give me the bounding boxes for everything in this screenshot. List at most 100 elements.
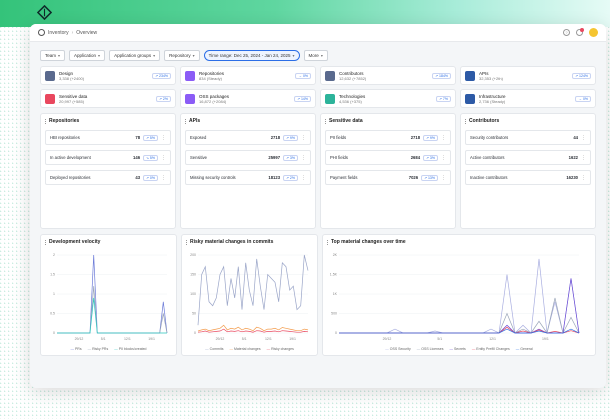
card-subtitle: 32,353 (+2th): [479, 75, 503, 81]
metric-row[interactable]: PII fields 2718 ↗ 9% ⋮: [325, 130, 451, 145]
series-line: [339, 297, 580, 335]
summary-cards: Design 3,338 (+2400) ↗ 234% Repositories 834…: [30, 66, 606, 108]
metric-row[interactable]: In active development 146 ↘ 5% ⋮: [45, 150, 171, 165]
trend-badge: ↘ 5%: [143, 154, 158, 161]
summary-card[interactable]: Sensitive data 20,997 (+585) ↗ 2%: [40, 89, 176, 108]
drag-handle-icon[interactable]: [186, 239, 188, 245]
metric-label: Missing security controls: [190, 175, 236, 180]
trend-badge: ↗ 3%: [283, 154, 298, 161]
filter-label: Team: [45, 53, 57, 58]
trend-badge: ↗ 234%: [152, 72, 171, 79]
filter-chip[interactable]: Team ▾: [40, 50, 66, 61]
filter-bar: Team ▾ Application ▾ Application groups ▾ Repo…: [30, 42, 606, 66]
more-options-icon[interactable]: ⋮: [301, 135, 306, 141]
series-line: [57, 297, 167, 334]
metric-row[interactable]: PHI fields 2684 ↗ 3% ⋮: [325, 150, 451, 165]
y-tick-label: 1.5K: [330, 273, 338, 277]
filter-chip[interactable]: More ▾: [303, 50, 328, 61]
metric-row[interactable]: Deployed repositories 43 ↗ 0% ⋮: [45, 170, 171, 185]
drag-handle-icon[interactable]: [185, 118, 187, 124]
chart-title: Development velocity: [49, 239, 101, 245]
more-options-icon[interactable]: ⋮: [161, 175, 166, 181]
metric-value: 16230: [566, 175, 578, 180]
more-options-icon[interactable]: ⋮: [301, 175, 306, 181]
legend-item[interactable]: — PRs: [70, 347, 81, 351]
card-subtitle: 12,632 (+7852): [339, 75, 367, 81]
filter-chip[interactable]: Time range: Dec 25, 2024 - Jan 24, 2025 ▾: [203, 50, 300, 61]
logo-icon: [37, 5, 52, 20]
more-options-icon[interactable]: ⋮: [441, 135, 446, 141]
drag-handle-icon[interactable]: [465, 118, 467, 124]
summary-card[interactable]: OSS packages 16,872 (+2084) ↗ 14%: [180, 89, 316, 108]
card-text: Contributors 12,632 (+7852): [339, 71, 366, 81]
drag-handle-icon[interactable]: [325, 118, 327, 124]
filter-chip[interactable]: Application groups ▾: [109, 50, 161, 61]
legend-item[interactable]: — PII blocks/created: [114, 347, 146, 351]
metric-row[interactable]: Exposed 2718 ↗ 9% ⋮: [185, 130, 311, 145]
more-options-icon[interactable]: ⋮: [581, 135, 586, 141]
summary-card[interactable]: Infrastructure 2,736 (Steady) → 0%: [460, 89, 596, 108]
legend-item[interactable]: — OSS Licenses: [417, 347, 444, 351]
metric-value: 2718: [410, 135, 421, 140]
legend-item[interactable]: — Material changes: [229, 347, 260, 351]
help-icon[interactable]: ?: [563, 29, 570, 36]
card-text: Technologies 4,536 (+375): [339, 94, 365, 104]
panel-title: Sensitive data: [329, 118, 363, 124]
inventory-icon: [38, 29, 45, 36]
metric-value: 78: [135, 135, 141, 140]
trend-badge: ↗ 0%: [143, 174, 158, 181]
metric-row[interactable]: Active contributors 1622 ⋮: [465, 150, 591, 165]
drag-handle-icon[interactable]: [45, 118, 47, 124]
summary-card[interactable]: Contributors 12,632 (+7852) ↗ 184%: [320, 66, 456, 85]
chart-svg: 0 0.5 1 1.5 2 29/12 5/1 12/1 19/1: [50, 253, 168, 341]
breadcrumb-root[interactable]: Inventory: [48, 30, 69, 36]
card-title: Repositories: [199, 70, 225, 76]
x-tick-label: 5/1: [101, 337, 106, 341]
summary-card[interactable]: APIs 32,353 (+2th) ↗ 124%: [460, 66, 596, 85]
chevron-down-icon: ▾: [58, 53, 61, 58]
legend-item[interactable]: — Risky changes: [267, 347, 294, 351]
metric-value: 146: [133, 155, 141, 160]
avatar[interactable]: [589, 28, 598, 37]
more-options-icon[interactable]: ⋮: [581, 155, 586, 161]
more-options-icon[interactable]: ⋮: [581, 175, 586, 181]
drag-handle-icon[interactable]: [327, 239, 329, 245]
drag-handle-icon[interactable]: [45, 239, 47, 245]
more-options-icon[interactable]: ⋮: [441, 175, 446, 181]
legend-item[interactable]: — Commits: [205, 347, 223, 351]
summary-card[interactable]: Repositories 834 (Steady) → 0%: [180, 66, 316, 85]
summary-card[interactable]: Technologies 4,536 (+375) ↗ 7%: [320, 89, 456, 108]
trend-badge: → 0%: [575, 95, 591, 102]
metric-row[interactable]: HBI repositories 78 ↗ 5% ⋮: [45, 130, 171, 145]
metric-row[interactable]: Inactive contributors 16230 ⋮: [465, 170, 591, 185]
filter-chip[interactable]: Application ▾: [69, 50, 106, 61]
legend-item[interactable]: — OSS Security: [385, 347, 411, 351]
card-icon: [45, 70, 55, 81]
metric-row[interactable]: Security contributors 44 ⋮: [465, 130, 591, 145]
card-subtitle: 3,338 (+2400): [59, 75, 85, 81]
card-title: Infrastructure: [479, 93, 506, 99]
more-options-icon[interactable]: ⋮: [301, 155, 306, 161]
bell-icon[interactable]: [576, 28, 584, 36]
metric-row[interactable]: Sensitive 25997 ↗ 3% ⋮: [185, 150, 311, 165]
more-options-icon[interactable]: ⋮: [161, 155, 166, 161]
metric-label: PII fields: [330, 135, 347, 140]
filter-label: Application: [74, 53, 97, 58]
legend-item[interactable]: — Secrets: [449, 347, 465, 351]
panel-title: Repositories: [49, 118, 80, 124]
legend-item[interactable]: — General: [516, 347, 533, 351]
legend-item[interactable]: — Risky PRs: [88, 347, 109, 351]
chevron-down-icon: ▾: [320, 53, 323, 58]
summary-card[interactable]: Design 3,338 (+2400) ↗ 234%: [40, 66, 176, 85]
filter-chip[interactable]: Repository ▾: [164, 50, 200, 61]
more-options-icon[interactable]: ⋮: [441, 155, 446, 161]
legend-item[interactable]: — Entity Prefill Changes: [472, 347, 510, 351]
card-title: Technologies: [339, 93, 366, 99]
metric-label: Sensitive: [190, 155, 207, 160]
series-line: [197, 254, 309, 326]
metric-row[interactable]: Missing security controls 18123 ↗ 2% ⋮: [185, 170, 311, 185]
trend-badge: ↗ 2%: [283, 174, 298, 181]
legend-label: PRs: [74, 347, 82, 351]
metric-row[interactable]: Payment fields 7026 ↗ 13% ⋮: [325, 170, 451, 185]
more-options-icon[interactable]: ⋮: [161, 135, 166, 141]
